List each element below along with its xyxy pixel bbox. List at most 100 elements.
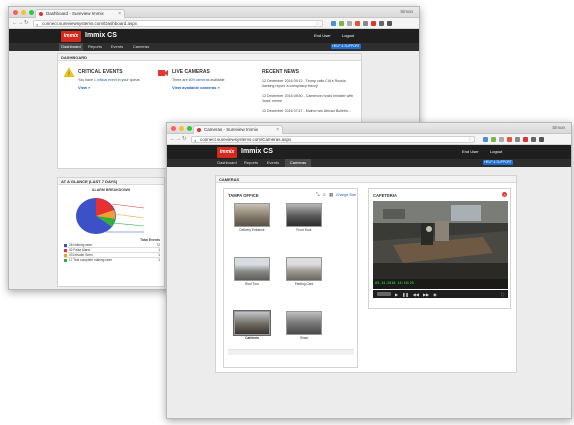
maximize-window-button[interactable]	[187, 126, 192, 131]
browser-tab-dashboard[interactable]: Dashboard - Sureview Immix ×	[35, 9, 125, 18]
minimize-window-button[interactable]	[179, 126, 184, 131]
nav-reports[interactable]: Reports	[85, 43, 105, 51]
site-panel: TAMPA OFFICE ⤡ ≡ ▦ Change Size Delivery …	[223, 188, 358, 368]
logout-link[interactable]: Logout	[342, 33, 354, 39]
layout-icon[interactable]: ⤡	[316, 192, 320, 197]
alarm-table: Total Events 26 Nothing seen 72 02 False…	[64, 238, 160, 263]
list-view-icon[interactable]: ≡	[323, 192, 326, 197]
news-item[interactable]: 12 December 2016 09:12 - Trump calls CIA…	[262, 79, 358, 88]
camera-thumbnail-front-door[interactable]	[286, 203, 322, 227]
row-value: 72	[156, 243, 160, 247]
help-support-button[interactable]: HELP & SUPPORT	[483, 160, 513, 165]
viewer-camera-name: CAFETERIA	[373, 193, 397, 198]
browser-tab-bar: Cameras - Sureview Immix × Simon	[167, 123, 571, 134]
extension-icon[interactable]	[355, 21, 360, 26]
at-a-glance-panel: AT A GLANCE (LAST 7 DAYS) ALARM BREAKDOW…	[57, 177, 165, 287]
bookmark-star-icon[interactable]: ☆	[468, 137, 472, 143]
critical-text-suffix: in your queue.	[116, 78, 141, 82]
nav-dashboard[interactable]: Dashboard	[59, 43, 83, 51]
minimize-window-button[interactable]	[21, 10, 26, 15]
browser-tab-cameras[interactable]: Cameras - Sureview Immix ×	[193, 125, 283, 134]
os-user-name: Simon	[400, 9, 413, 14]
reload-icon[interactable]: ↻	[182, 136, 187, 142]
close-tab-icon[interactable]: ×	[276, 126, 279, 134]
row-label: 26 Nothing seen	[69, 243, 93, 247]
tab-title: Cameras - Sureview Immix	[204, 127, 259, 132]
play-icon[interactable]: ▶	[395, 292, 398, 297]
address-bar-row: ← → ↻ ● connect.sureviewsystems.com/Dash…	[9, 18, 419, 29]
change-size-link[interactable]: Change Size	[336, 193, 356, 197]
url-input[interactable]: ● connect.sureviewsystems.com/Dashboard.…	[33, 20, 323, 27]
extension-icon[interactable]	[347, 21, 352, 26]
rewind-icon[interactable]: ◀◀	[413, 292, 419, 297]
row-label: 03 Intruder Seen	[69, 253, 93, 257]
close-window-button[interactable]	[13, 10, 18, 15]
view-cameras-link[interactable]: View available cameras »	[172, 85, 220, 90]
back-arrow-icon[interactable]: ←	[170, 136, 176, 142]
bookmark-star-icon[interactable]: ☆	[316, 21, 320, 27]
camera-thumbnail-cafeteria[interactable]	[233, 310, 271, 336]
fast-forward-icon[interactable]: ▶▶	[423, 292, 429, 297]
extension-icon[interactable]	[371, 21, 376, 26]
legend-swatch	[64, 244, 67, 247]
nav-events[interactable]: Events	[107, 43, 127, 51]
pause-icon[interactable]: ❚❚	[402, 292, 409, 297]
user-menu[interactable]: End User	[462, 149, 479, 155]
dashboard-title: DASHBOARD	[58, 54, 361, 61]
cameras-panel: CAMERAS TAMPA OFFICE ⤡ ≡ ▦ Change Size D…	[215, 175, 517, 373]
extension-icon[interactable]	[379, 21, 384, 26]
scroll-area[interactable]	[228, 349, 354, 355]
camera-thumbnail-parking-card[interactable]	[286, 257, 322, 281]
cafeteria-live-feed[interactable]	[373, 201, 508, 289]
row-label: 17 Test complete nothing seen	[69, 258, 113, 262]
cameras-title: CAMERAS	[216, 176, 516, 183]
extension-icon[interactable]	[483, 137, 488, 142]
critical-count-link[interactable]: 1 critical event	[94, 78, 117, 82]
url-input[interactable]: ● connect.sureviewsystems.com/Cameras.as…	[191, 136, 475, 143]
close-tab-icon[interactable]: ×	[118, 10, 121, 18]
reload-icon[interactable]: ↻	[24, 20, 29, 26]
os-user-name: Simon	[552, 125, 565, 130]
extension-icon[interactable]	[507, 137, 512, 142]
user-menu[interactable]: End User	[314, 33, 331, 39]
table-row[interactable]: 17 Test complete nothing seen 1	[64, 258, 160, 263]
back-arrow-icon[interactable]: ←	[12, 20, 18, 26]
favicon-icon	[197, 128, 201, 132]
extension-icon[interactable]	[491, 137, 496, 142]
camera-thumbnail-delivery-entrance[interactable]	[234, 203, 270, 227]
nav-cameras[interactable]: Cameras	[129, 43, 153, 51]
menu-icon[interactable]	[387, 21, 392, 26]
extension-icon[interactable]	[499, 137, 504, 142]
critical-view-link[interactable]: View »	[78, 85, 90, 90]
help-support-button[interactable]: HELP & SUPPORT	[331, 44, 361, 49]
news-item[interactable]: 12 December 2016 08:50 - Cameroon hosts …	[262, 94, 358, 103]
forward-arrow-icon[interactable]: →	[18, 20, 24, 26]
forward-arrow-icon[interactable]: →	[176, 136, 182, 142]
extension-icon[interactable]	[523, 137, 528, 142]
camera-thumbnail-roof-tour[interactable]	[234, 257, 270, 281]
snapshot-icon[interactable]: ◉	[433, 292, 437, 297]
extension-icon[interactable]	[339, 21, 344, 26]
nav-dashboard[interactable]: Dashboard	[215, 159, 239, 167]
nav-events[interactable]: Events	[263, 159, 283, 167]
quality-select[interactable]	[377, 292, 391, 296]
nav-cameras[interactable]: Cameras	[285, 159, 311, 167]
fullscreen-icon[interactable]: ⛶	[501, 292, 504, 297]
logout-link[interactable]: Logout	[490, 149, 502, 155]
extension-icon[interactable]	[363, 21, 368, 26]
legend-swatch	[64, 249, 67, 252]
warning-icon: !	[64, 68, 74, 77]
extension-icon[interactable]	[515, 137, 520, 142]
tab-title: Dashboard - Sureview Immix	[46, 11, 104, 16]
close-viewer-icon[interactable]: ×	[502, 192, 507, 197]
extension-icon[interactable]	[331, 21, 336, 26]
grid-view-icon[interactable]: ▦	[329, 192, 333, 198]
menu-icon[interactable]	[539, 137, 544, 142]
nav-reports[interactable]: Reports	[241, 159, 261, 167]
close-window-button[interactable]	[171, 126, 176, 131]
camera-count-link[interactable]: 609 cameras	[189, 78, 210, 82]
extension-icon[interactable]	[531, 137, 536, 142]
news-item[interactable]: 12 December 2016 07:47 - Malmo win Afric…	[262, 109, 358, 114]
camera-thumbnail-shaw[interactable]	[286, 311, 322, 335]
maximize-window-button[interactable]	[29, 10, 34, 15]
